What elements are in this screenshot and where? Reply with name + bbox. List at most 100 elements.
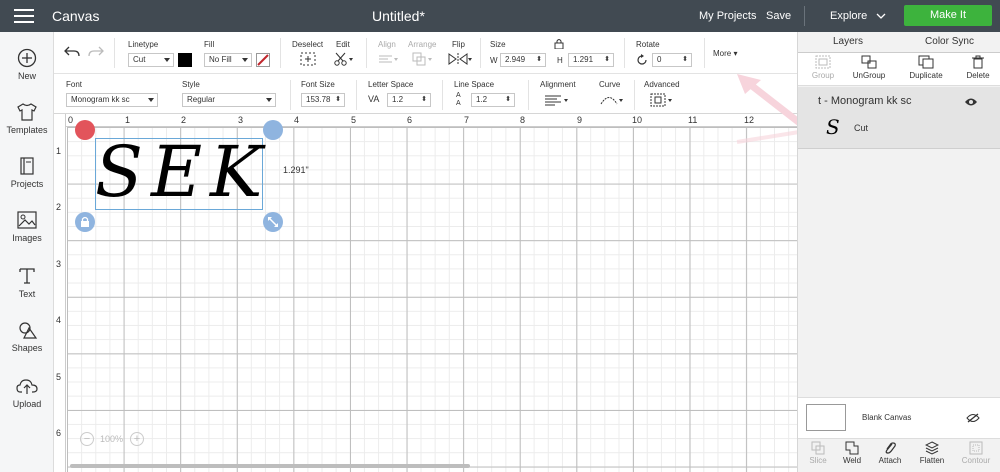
horizontal-scrollbar[interactable] (70, 464, 470, 468)
fill-select[interactable]: No Fill (204, 53, 252, 67)
separator (480, 38, 481, 68)
ruler-tick-label: 1 (56, 146, 62, 156)
width-input[interactable]: 2.949 ⬍ (500, 53, 546, 67)
style-label: Style (182, 80, 200, 89)
width-label: W (490, 56, 498, 65)
zoom-control: − 100% + (80, 432, 172, 448)
linetype-select[interactable]: Cut (128, 53, 174, 67)
eye-icon[interactable] (964, 97, 978, 107)
document-title[interactable]: Untitled* (372, 8, 425, 24)
delete-button[interactable]: Delete (953, 55, 1000, 80)
width-value: 2.949 (505, 55, 526, 64)
sidebar-item-shapes[interactable]: Shapes (0, 320, 54, 372)
text-align-icon[interactable] (544, 94, 570, 106)
hamburger-menu-icon[interactable] (14, 9, 34, 23)
scissors-icon[interactable] (334, 52, 356, 66)
sidebar-item-upload[interactable]: Upload (0, 376, 54, 428)
letter-space-input[interactable]: 1.2 ⬍ (387, 93, 431, 107)
duplicate-button[interactable]: Duplicate (901, 55, 951, 80)
zoom-in-button[interactable]: + (130, 432, 144, 446)
ruler-top: 0 1 2 3 4 5 6 7 8 9 10 11 12 (54, 114, 797, 127)
advanced-icon[interactable] (650, 93, 674, 107)
stepper-icon: ⬍ (536, 56, 542, 63)
weld-button[interactable]: Weld (832, 441, 872, 465)
separator (356, 80, 357, 110)
eye-hidden-icon[interactable] (966, 413, 980, 423)
rotate-input[interactable]: 0 ⬍ (652, 53, 692, 67)
separator (442, 80, 443, 110)
zoom-out-button[interactable]: − (80, 432, 94, 446)
my-projects-link[interactable]: My Projects (699, 10, 756, 22)
deselect-icon[interactable] (300, 52, 316, 66)
sidebar-item-templates[interactable]: Templates (0, 102, 54, 154)
lock-icon (81, 216, 89, 227)
group-button[interactable]: Group (798, 55, 848, 80)
line-space-value: 1.2 (476, 95, 488, 104)
ruler-tick-label: 4 (56, 315, 62, 325)
chevron-down-icon (148, 98, 154, 102)
flip-icon[interactable] (448, 52, 472, 66)
separator (290, 80, 291, 110)
layer-tools: Group UnGroup Duplicate Delete (798, 52, 1000, 86)
align-icon[interactable] (378, 54, 400, 64)
ruler-tick-label: 4 (294, 115, 300, 125)
ruler-tick-label: 8 (520, 115, 526, 125)
tshirt-icon (17, 103, 37, 121)
sidebar-item-text[interactable]: Text (0, 266, 54, 318)
design-canvas[interactable]: 0 1 2 3 4 5 6 7 8 9 10 11 12 1 2 3 4 5 6… (54, 114, 797, 472)
font-size-input[interactable]: 153.78 ⬍ (301, 93, 345, 107)
blank-canvas-swatch[interactable] (806, 404, 846, 431)
curve-icon[interactable] (600, 93, 624, 107)
chevron-down-icon (876, 13, 886, 20)
font-select[interactable]: Monogram kk sc (66, 93, 158, 107)
advanced-label: Advanced (644, 80, 680, 89)
monogram-text[interactable]: SEK (95, 132, 263, 212)
delete-handle-icon[interactable] (75, 120, 95, 140)
tab-color-sync[interactable]: Color Sync (898, 32, 1000, 52)
plus-circle-icon (17, 48, 37, 68)
line-space-label: Line Space (454, 80, 495, 89)
make-it-button[interactable]: Make It (904, 5, 992, 26)
no-fill-swatch-icon[interactable] (256, 53, 270, 67)
attach-button[interactable]: Attach (870, 441, 910, 465)
explore-menu[interactable]: Explore (830, 10, 886, 22)
blank-canvas-row[interactable]: Blank Canvas (798, 397, 1000, 439)
sidebar-item-projects[interactable]: Projects (0, 156, 54, 208)
save-link[interactable]: Save (766, 10, 791, 22)
linetype-label: Linetype (128, 40, 159, 49)
slice-label: Slice (809, 456, 827, 465)
linetype-value: Cut (133, 55, 146, 64)
undo-icon[interactable] (64, 46, 80, 58)
resize-handle-icon[interactable] (263, 212, 283, 232)
height-input[interactable]: 1.291 ⬍ (568, 53, 614, 67)
lock-icon[interactable] (554, 38, 564, 49)
lock-handle-icon[interactable] (75, 212, 95, 232)
sidebar-item-images[interactable]: Images (0, 210, 54, 262)
rotate-handle-icon[interactable] (263, 120, 283, 140)
weld-label: Weld (842, 456, 862, 465)
attach-label: Attach (878, 456, 902, 465)
redo-icon[interactable] (88, 46, 104, 58)
separator (114, 38, 115, 68)
ungroup-button[interactable]: UnGroup (844, 55, 894, 80)
explore-label: Explore (830, 10, 868, 22)
sidebar-item-label: Projects (10, 179, 44, 189)
tab-layers[interactable]: Layers (798, 32, 898, 52)
ruler-tick-label: 5 (351, 115, 357, 125)
left-sidebar: New Templates Projects Images Text Shape… (0, 32, 54, 472)
sidebar-item-new[interactable]: New (0, 48, 54, 100)
duplicate-label: Duplicate (909, 71, 943, 80)
arrange-icon[interactable] (412, 52, 434, 66)
more-menu[interactable]: More ▾ (713, 49, 737, 58)
layer-item[interactable]: t - Monogram kk sc S Cut (798, 87, 1000, 149)
arrange-label: Arrange (408, 40, 437, 49)
linetype-color-swatch[interactable] (178, 53, 192, 67)
rotate-icon (637, 54, 647, 65)
flatten-button[interactable]: Flatten (912, 441, 952, 465)
ruler-tick-label: 6 (407, 115, 413, 125)
style-select[interactable]: Regular (182, 93, 276, 107)
contour-button[interactable]: Contour (956, 441, 996, 465)
line-space-input[interactable]: 1.2 ⬍ (471, 93, 515, 107)
height-label: H (557, 56, 563, 65)
flatten-label: Flatten (919, 456, 945, 465)
